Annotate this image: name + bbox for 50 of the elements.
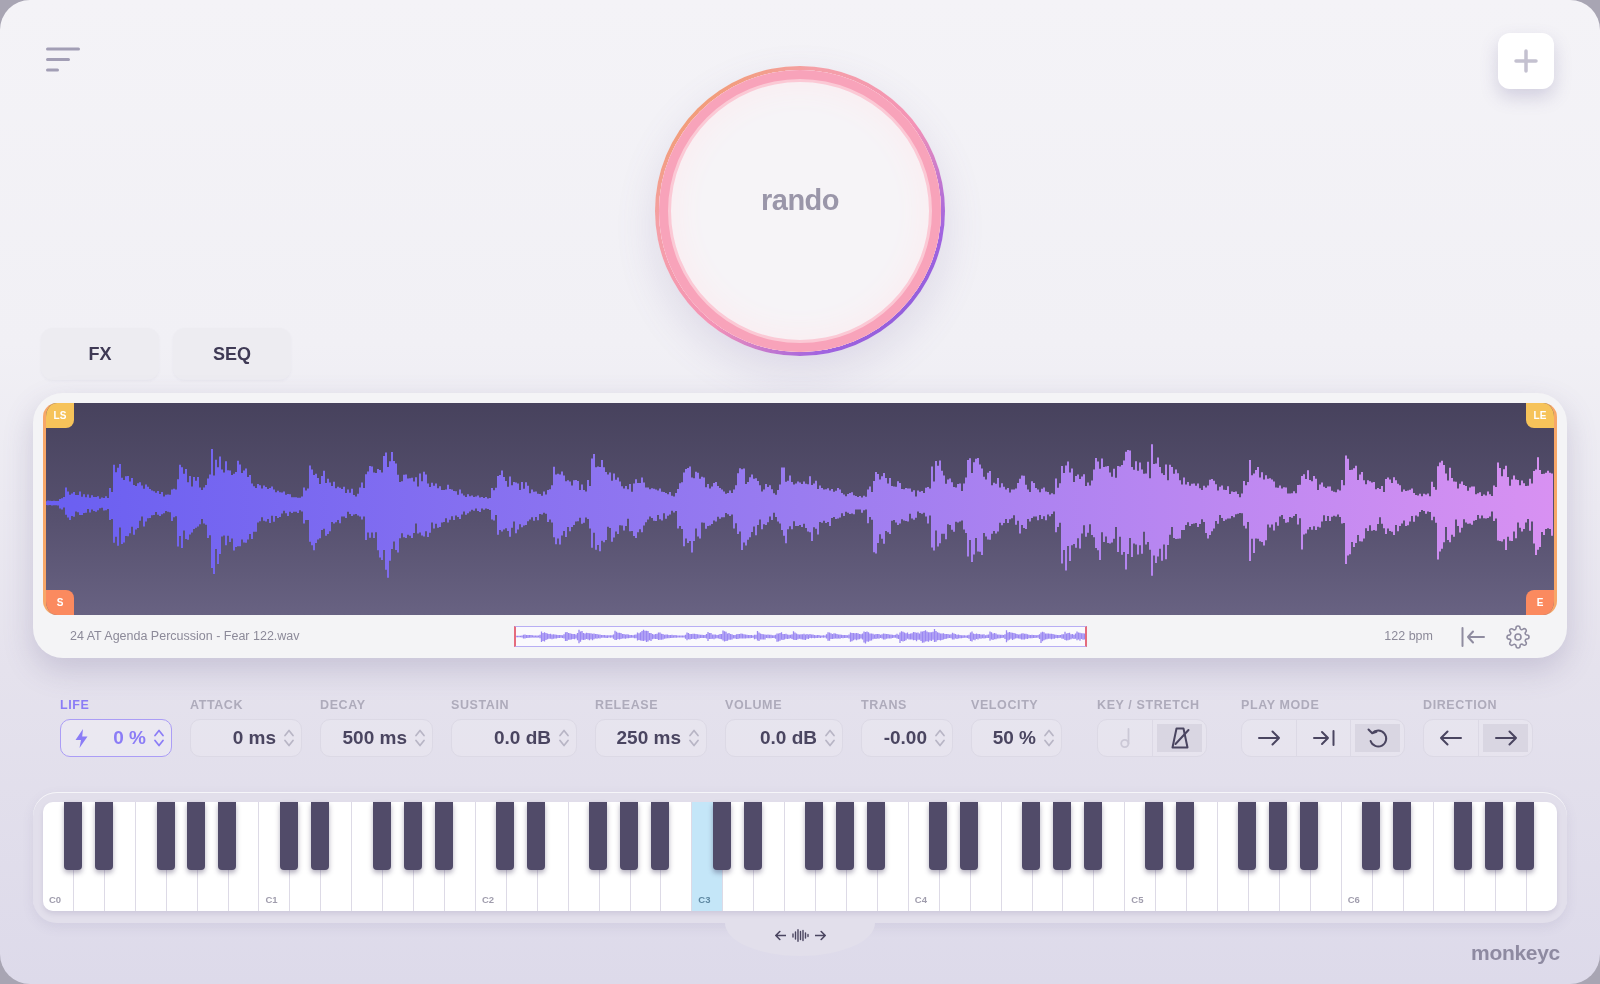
number-stepper[interactable]: 0 %: [60, 719, 172, 757]
number-stepper[interactable]: 0 ms: [190, 719, 302, 757]
waveform-icon[interactable]: [791, 929, 809, 942]
piano-key[interactable]: [867, 802, 886, 870]
circular-arrow-icon: [1366, 727, 1389, 749]
waveform-overview[interactable]: [513, 626, 1087, 647]
loop-marker[interactable]: LE: [1526, 403, 1554, 428]
piano-key[interactable]: [218, 802, 237, 870]
piano-key[interactable]: [280, 802, 299, 870]
number-stepper[interactable]: -0.00: [861, 719, 953, 757]
lightning-icon[interactable]: [75, 728, 88, 748]
arrow-left-icon: [1440, 727, 1462, 749]
arrow-right-icon: [1258, 727, 1280, 749]
piano-key[interactable]: [1176, 802, 1195, 870]
tempo-readout: 122 bpm: [1384, 628, 1433, 646]
piano-key[interactable]: [187, 802, 206, 870]
arrow-right-icon: [1494, 727, 1517, 749]
arrow-right-to-bar-icon: [1312, 727, 1335, 749]
file-name: 24 AT Agenda Percussion - Fear 122.wav: [70, 628, 300, 646]
piano-key[interactable]: [836, 802, 855, 870]
brand-logo: monkeyc: [1471, 941, 1560, 965]
tab[interactable]: SEQ: [173, 328, 291, 380]
bar-arrow-left-icon[interactable]: [1461, 626, 1485, 647]
up-down-chevron-icon[interactable]: [154, 729, 164, 747]
piano-key[interactable]: [589, 802, 608, 870]
number-stepper[interactable]: 0.0 dB: [451, 719, 577, 757]
piano-key[interactable]: [311, 802, 330, 870]
arrow-left-icon[interactable]: [774, 930, 786, 941]
number-stepper[interactable]: 0.0 dB: [725, 719, 843, 757]
piano-key[interactable]: [1485, 802, 1504, 870]
number-stepper[interactable]: 250 ms: [595, 719, 707, 757]
piano-key[interactable]: [620, 802, 639, 870]
piano-key[interactable]: [527, 802, 546, 870]
range-marker[interactable]: S: [46, 590, 74, 615]
piano-key[interactable]: [496, 802, 515, 870]
piano-key[interactable]: [1145, 802, 1164, 870]
piano-key[interactable]: [1454, 802, 1473, 870]
piano-key[interactable]: [805, 802, 824, 870]
piano-key[interactable]: [929, 802, 948, 870]
number-stepper[interactable]: 50 %: [971, 719, 1062, 757]
param-label: LIFE: [60, 697, 91, 713]
tab[interactable]: FX: [41, 328, 159, 380]
piano-key[interactable]: [1516, 802, 1535, 870]
plus-icon: [1514, 49, 1538, 73]
number-stepper[interactable]: 500 ms: [320, 719, 433, 757]
arrow-right-icon[interactable]: [814, 930, 826, 941]
music-note-icon: [1120, 728, 1130, 748]
range-marker[interactable]: E: [1526, 590, 1554, 615]
settings-icon[interactable]: [1506, 624, 1530, 649]
loop-marker[interactable]: LS: [46, 403, 74, 428]
